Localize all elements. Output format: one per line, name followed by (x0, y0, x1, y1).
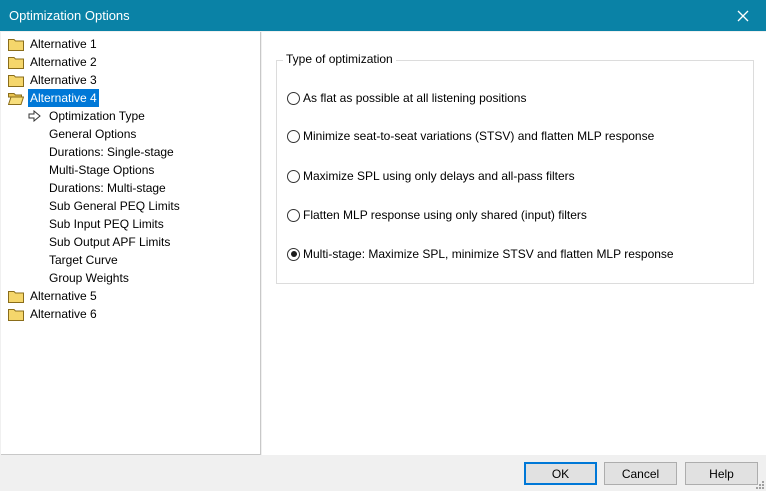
folder-icon (8, 39, 24, 51)
tree-item-label: Group Weights (49, 271, 129, 285)
tree-item-label: Alternative 6 (30, 307, 97, 321)
tree-item-label: Durations: Multi-stage (49, 181, 166, 195)
group-legend: Type of optimization (283, 52, 396, 66)
radio-circle (287, 247, 300, 261)
folder-icon (8, 291, 24, 303)
tree-item-label: Optimization Type (49, 109, 145, 123)
tree-item-label: General Options (49, 127, 137, 141)
options-panel: Type of optimization As flat as possible… (262, 32, 766, 455)
tree-item-label: Durations: Single-stage (49, 145, 174, 159)
radio-circle (287, 129, 300, 143)
tree-item-label: Sub Input PEQ Limits (49, 217, 164, 231)
tree-item-label: Alternative 4 (28, 89, 99, 107)
tree-item-label: Target Curve (49, 253, 118, 267)
help-button[interactable]: Help (685, 462, 758, 485)
tree-item-label: Alternative 1 (30, 37, 97, 51)
options-tree[interactable]: Alternative 1 Alternative 2 Alternative … (1, 32, 261, 455)
tree-item-label: Sub Output APF Limits (49, 235, 171, 249)
radio-option-multi-stage[interactable]: Multi-stage: Maximize SPL, minimize STSV… (287, 246, 674, 262)
radio-label: Maximize SPL using only delays and all-p… (303, 169, 575, 183)
tree-item-label: Multi-Stage Options (49, 163, 155, 177)
radio-option-stsv[interactable]: Minimize seat-to-seat variations (STSV) … (287, 128, 654, 144)
tree-item-label: Alternative 5 (30, 289, 97, 303)
window-title: Optimization Options (9, 8, 130, 23)
tree-item-label: Sub General PEQ Limits (49, 199, 180, 213)
radio-label: Multi-stage: Maximize SPL, minimize STSV… (303, 247, 674, 261)
open-folder-icon (8, 93, 24, 105)
folder-icon (8, 75, 24, 87)
folder-icon (8, 309, 24, 321)
tree-item-label: Alternative 3 (30, 73, 97, 87)
optimization-type-group: Type of optimization As flat as possible… (276, 52, 754, 284)
radio-label: Flatten MLP response using only shared (… (303, 208, 587, 222)
radio-option-flatten-mlp[interactable]: Flatten MLP response using only shared (… (287, 207, 587, 223)
resize-grip-icon[interactable] (753, 478, 765, 490)
radio-circle (287, 169, 300, 183)
radio-option-flat[interactable]: As flat as possible at all listening pos… (287, 90, 526, 106)
radio-label: As flat as possible at all listening pos… (303, 91, 527, 105)
cancel-button[interactable]: Cancel (604, 462, 677, 485)
folder-icon (8, 57, 24, 69)
close-button[interactable] (720, 0, 766, 31)
title-bar: Optimization Options (0, 0, 766, 31)
radio-label: Minimize seat-to-seat variations (STSV) … (303, 129, 655, 143)
tree-item-label: Alternative 2 (30, 55, 97, 69)
radio-option-max-spl[interactable]: Maximize SPL using only delays and all-p… (287, 168, 575, 184)
close-icon (737, 10, 749, 21)
arrow-right-icon (28, 110, 41, 122)
radio-circle (287, 208, 300, 222)
radio-circle (287, 91, 300, 105)
ok-button[interactable]: OK (524, 462, 597, 485)
